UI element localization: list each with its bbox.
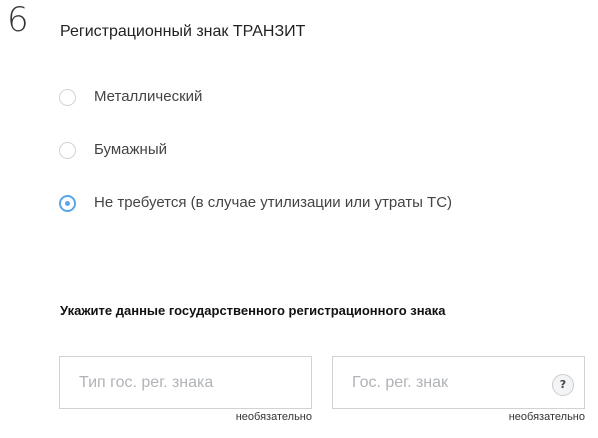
plate-number-optional-note: необязательно bbox=[508, 411, 585, 423]
radio-label-metallic: Металлический bbox=[94, 88, 203, 105]
step-number: 6 bbox=[7, 0, 29, 40]
radio-button-paper[interactable] bbox=[59, 141, 76, 159]
radio-option-not-required[interactable]: Не требуется (в случае утилизации или ут… bbox=[59, 192, 579, 214]
plate-type-optional-note: необязательно bbox=[235, 411, 312, 423]
radio-label-not-required: Не требуется (в случае утилизации или ут… bbox=[94, 194, 453, 211]
plate-number-input[interactable] bbox=[333, 357, 584, 408]
question-mark-icon[interactable]: ? bbox=[552, 374, 574, 396]
plate-type-radio-group: Металлический Бумажный Не требуется (в с… bbox=[59, 86, 579, 214]
plate-type-field bbox=[59, 356, 312, 409]
plate-details-heading: Укажите данные государственного регистра… bbox=[60, 303, 446, 318]
section-title: Регистрационный знак ТРАНЗИТ bbox=[60, 23, 306, 40]
radio-option-metallic[interactable]: Металлический bbox=[59, 86, 579, 108]
radio-button-not-required[interactable] bbox=[59, 194, 76, 212]
radio-label-paper: Бумажный bbox=[94, 141, 167, 158]
radio-button-metallic[interactable] bbox=[59, 88, 76, 106]
plate-type-input[interactable] bbox=[60, 357, 311, 408]
radio-option-paper[interactable]: Бумажный bbox=[59, 139, 579, 161]
plate-number-field: ? bbox=[332, 356, 585, 409]
